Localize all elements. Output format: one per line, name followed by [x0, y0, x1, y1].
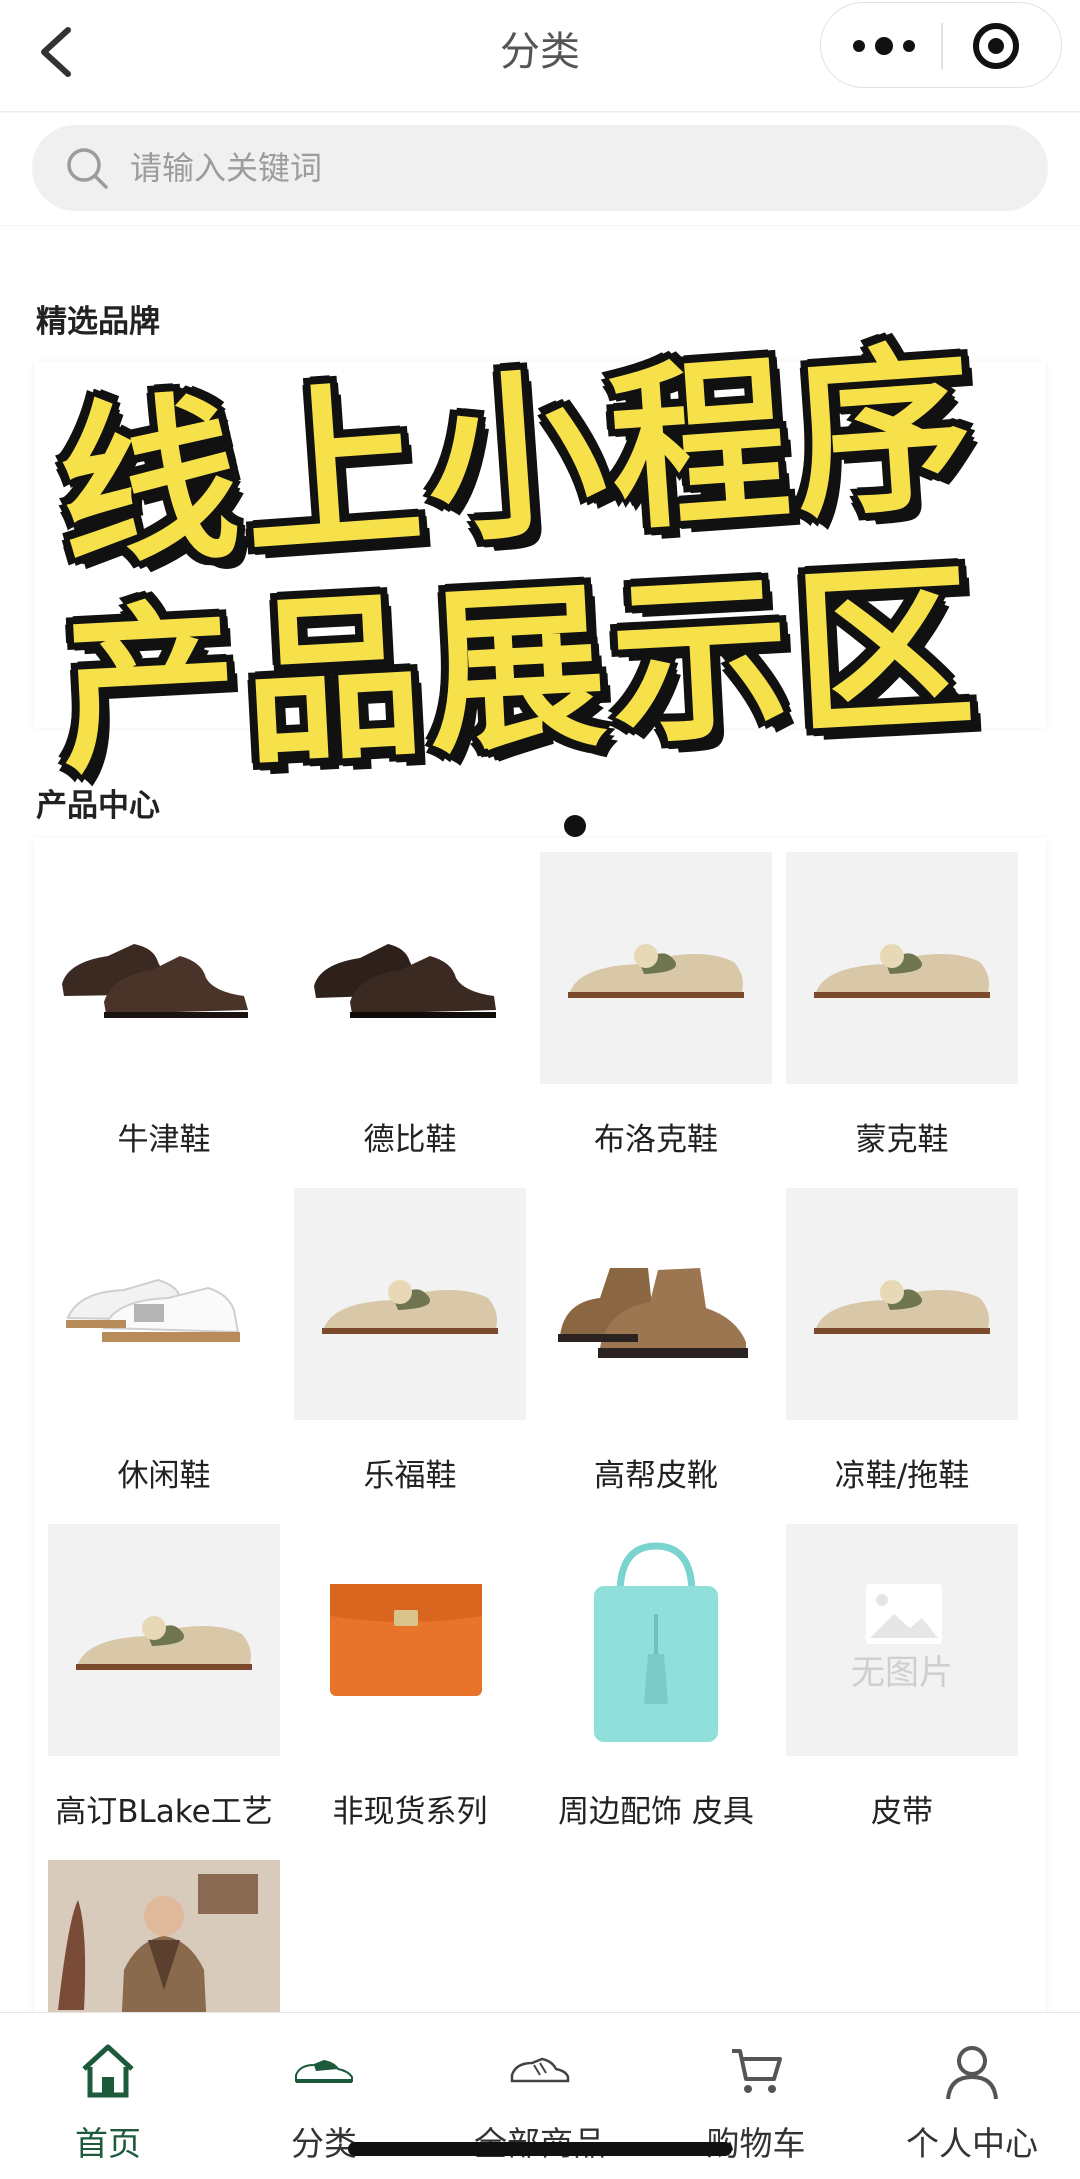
- category-label: 高订BLake工艺: [55, 1794, 273, 1830]
- orange-clutch-image: [294, 1524, 526, 1756]
- tab-label: 购物车: [706, 2124, 806, 2163]
- category-item[interactable]: 高帮皮靴: [540, 1188, 772, 1508]
- home-icon: [82, 2044, 134, 2098]
- search-placeholder: 请输入关键词: [130, 149, 323, 187]
- raffia-loafer-image: [48, 1524, 280, 1756]
- raffia-loafer-image: [294, 1188, 526, 1420]
- person-icon: [946, 2046, 998, 2100]
- tab-label: 个人中心: [906, 2124, 1038, 2163]
- category-label: 高帮皮靴: [594, 1458, 718, 1494]
- more-dots-icon: [853, 37, 915, 55]
- brands-section-title: 精选品牌: [36, 304, 160, 340]
- category-label: 非现货系列: [332, 1794, 488, 1830]
- category-label: 周边配饰 皮具: [558, 1794, 754, 1830]
- search-area: 请输入关键词: [0, 113, 1080, 225]
- brand-carousel[interactable]: [34, 362, 1046, 837]
- tab-label: 全部商品: [432, 2117, 648, 2165]
- oxford-shoes-image: [48, 852, 280, 1084]
- derby-shoes-image: [294, 852, 526, 1084]
- no-image-placeholder: 无图片: [786, 1524, 1018, 1756]
- raffia-loafer-image: [540, 852, 772, 1084]
- tab-profile[interactable]: 个人中心: [864, 2013, 1080, 2179]
- teal-tote-bag-image: [540, 1524, 772, 1756]
- category-label: 乐福鞋: [363, 1458, 457, 1494]
- category-item[interactable]: 牛津鞋: [48, 852, 280, 1172]
- category-item[interactable]: 凉鞋/拖鞋: [786, 1188, 1018, 1508]
- carousel-indicator-dot[interactable]: [564, 815, 586, 837]
- search-input[interactable]: 请输入关键词: [32, 125, 1048, 211]
- category-item[interactable]: 蒙克鞋: [786, 852, 1018, 1172]
- main-content: 精选品牌 线上小程序 产品展示区 产品中心 牛津鞋 德比鞋 布洛克鞋 蒙克鞋 休…: [0, 226, 1080, 2092]
- category-label: 凉鞋/拖鞋: [834, 1458, 970, 1494]
- shoe-icon: [295, 2059, 353, 2083]
- category-item[interactable]: 德比鞋: [294, 852, 526, 1172]
- search-icon: [67, 148, 108, 189]
- category-item[interactable]: 乐福鞋: [294, 1188, 526, 1508]
- category-label: 牛津鞋: [117, 1122, 211, 1158]
- raffia-loafer-image: [786, 852, 1018, 1084]
- category-item[interactable]: 休闲鞋: [48, 1188, 280, 1508]
- mini-program-capsule: [820, 2, 1062, 88]
- no-image-text: 无图片: [851, 1653, 953, 1693]
- category-grid: 牛津鞋 德比鞋 布洛克鞋 蒙克鞋 休闲鞋 乐福鞋 高帮皮靴 凉鞋/拖鞋 高订BL…: [34, 838, 1046, 2092]
- category-item[interactable]: 布洛克鞋: [540, 852, 772, 1172]
- capsule-divider: [941, 23, 943, 69]
- category-label: 皮带: [871, 1794, 933, 1830]
- category-label: 德比鞋: [363, 1122, 457, 1158]
- raffia-loafer-image: [786, 1188, 1018, 1420]
- category-item[interactable]: 无图片 皮带: [786, 1524, 1018, 1844]
- home-indicator[interactable]: [348, 2142, 732, 2156]
- products-section-title: 产品中心: [36, 788, 160, 824]
- close-mini-program-button[interactable]: [966, 21, 1026, 71]
- navigation-bar: 分类: [0, 0, 1080, 112]
- shoe-outline-icon: [510, 2057, 570, 2083]
- category-label: 布洛克鞋: [594, 1122, 718, 1158]
- white-sneakers-image: [48, 1188, 280, 1420]
- category-item[interactable]: 高订BLake工艺: [48, 1524, 280, 1844]
- target-circle-icon: [973, 23, 1019, 69]
- category-label: 休闲鞋: [117, 1458, 211, 1494]
- tab-label: 首页: [75, 2124, 141, 2163]
- tab-label: 分类: [291, 2124, 357, 2163]
- category-item[interactable]: 周边配饰 皮具: [540, 1524, 772, 1844]
- cart-icon: [732, 2049, 782, 2093]
- category-label: 蒙克鞋: [855, 1122, 949, 1158]
- category-item[interactable]: 非现货系列: [294, 1524, 526, 1844]
- tab-home[interactable]: 首页: [0, 2013, 216, 2179]
- more-button[interactable]: [849, 21, 919, 71]
- suede-chukka-boots-image: [540, 1188, 772, 1420]
